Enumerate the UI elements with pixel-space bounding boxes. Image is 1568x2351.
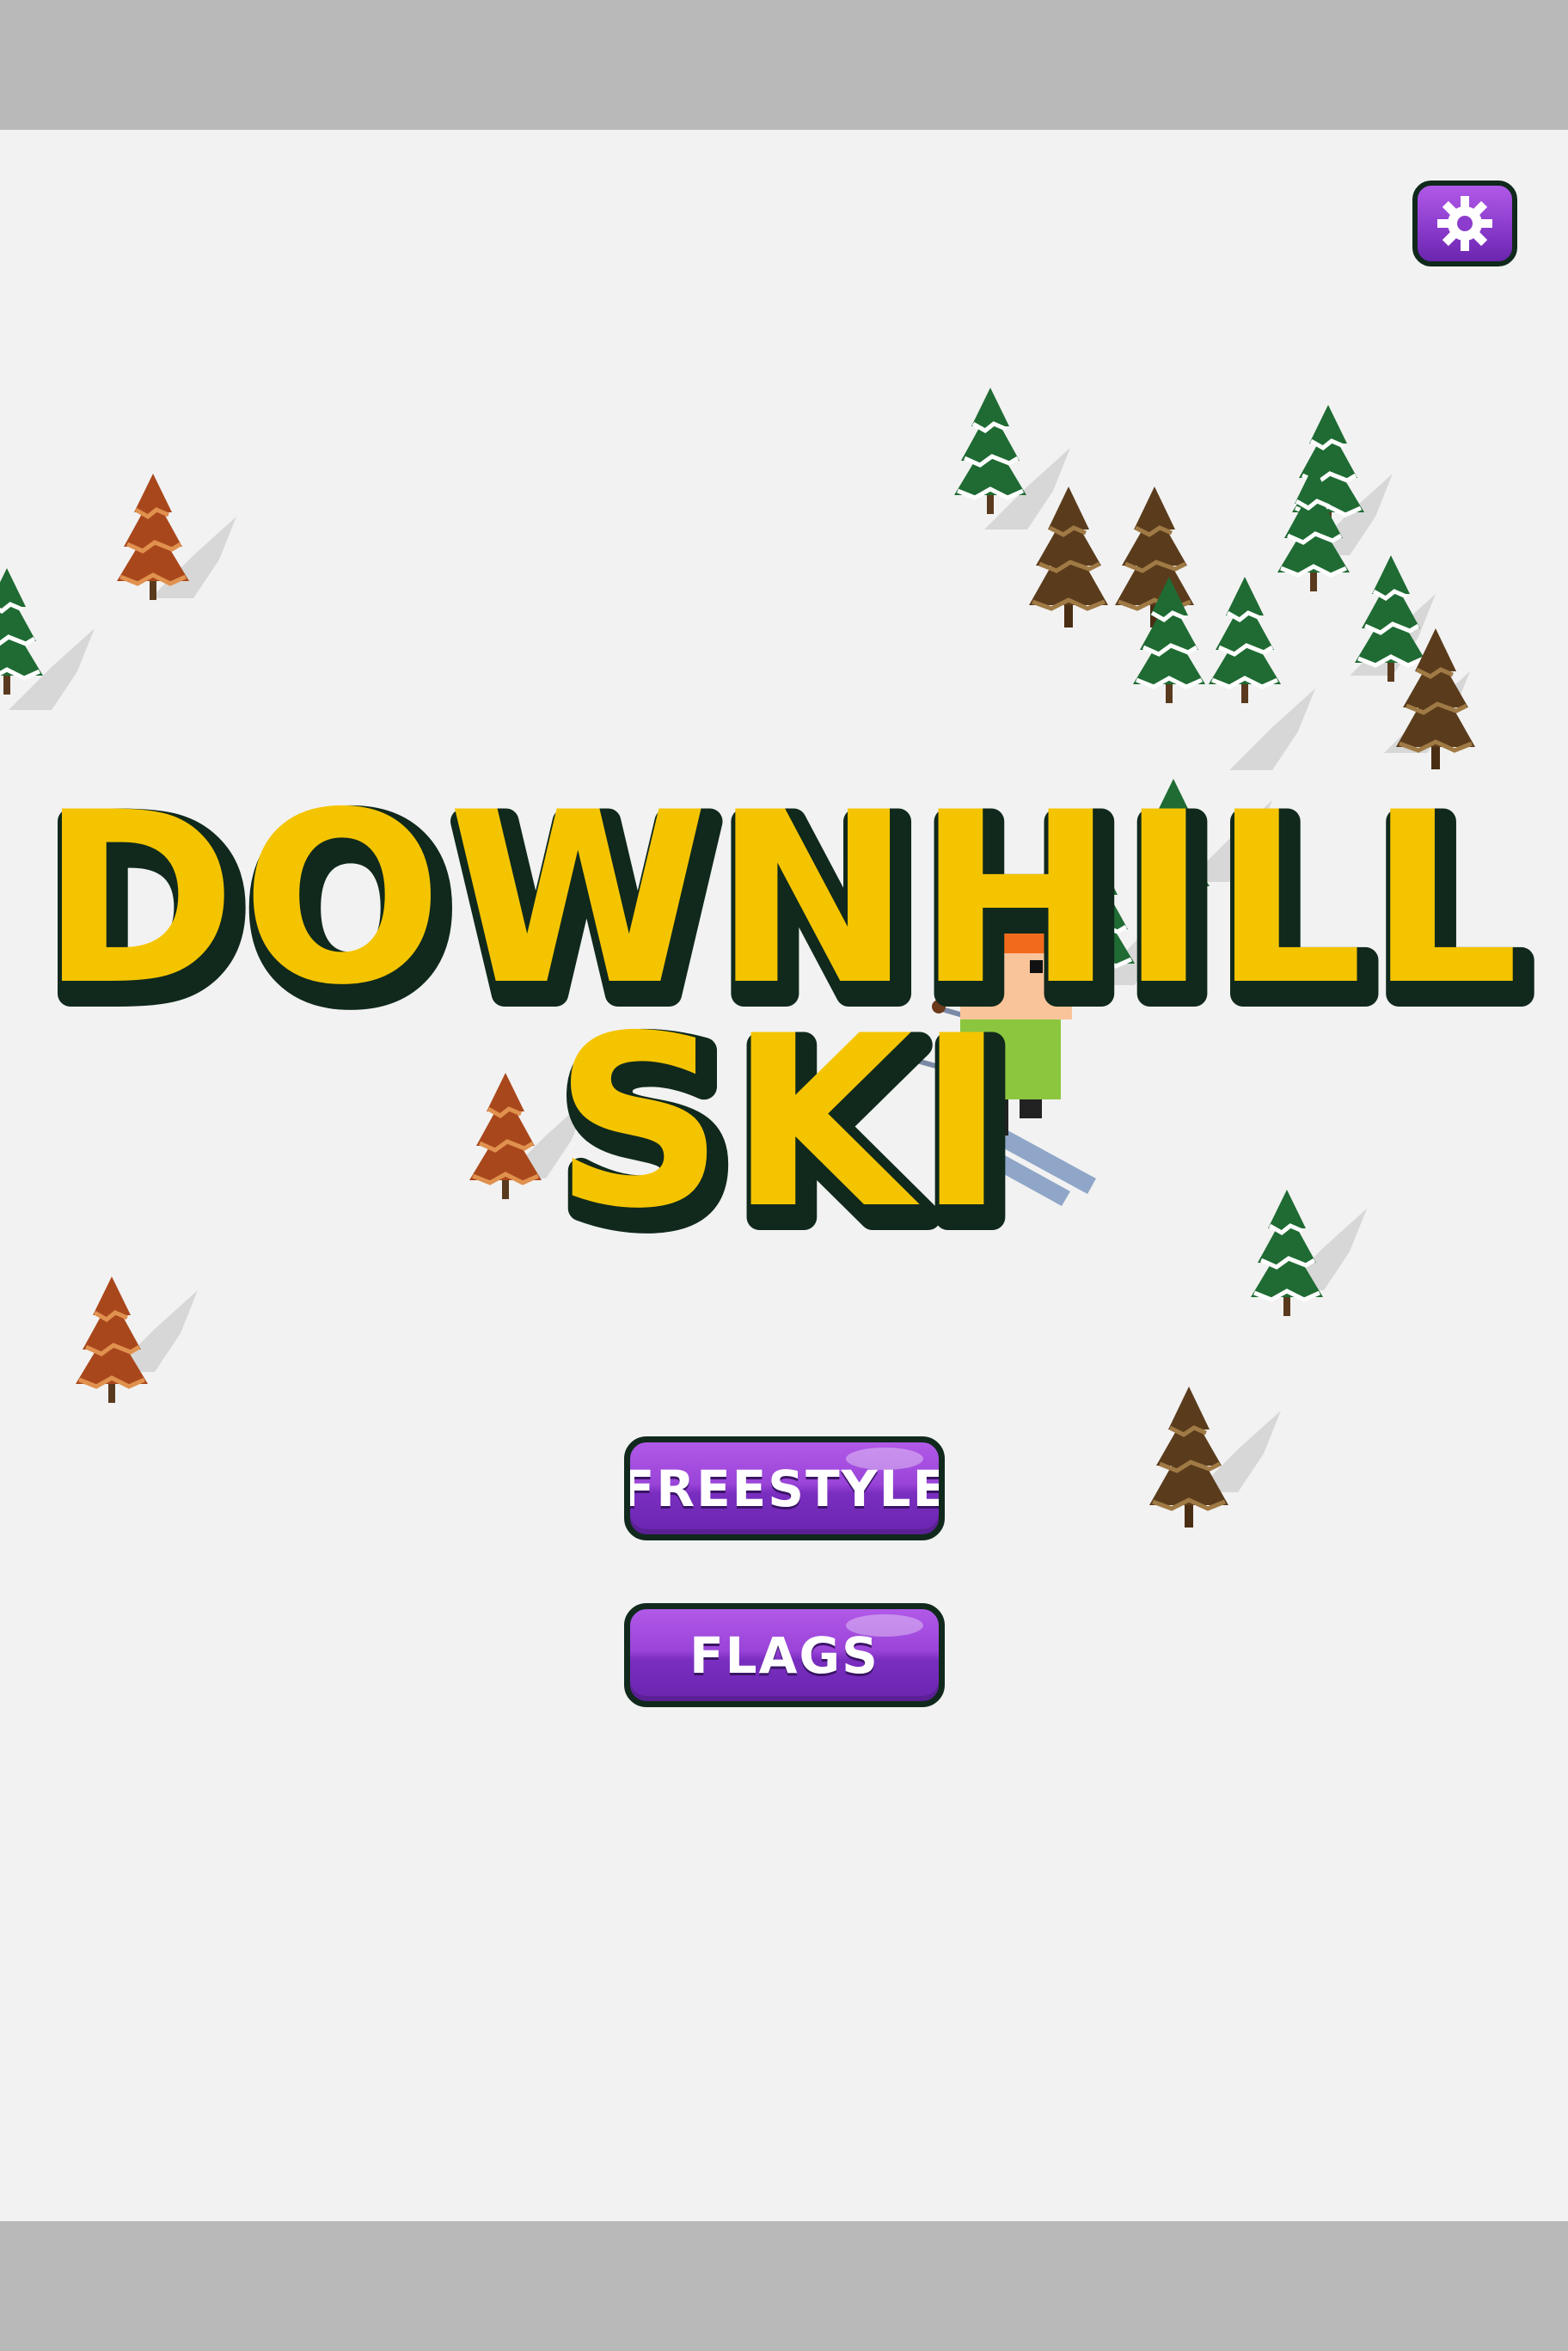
title-line2: SKI (554, 985, 1010, 1260)
flags-button[interactable]: FLAGS (624, 1603, 945, 1707)
flags-label: FLAGS (689, 1625, 879, 1685)
letterbox-top (0, 0, 1568, 130)
game-title: DOWNHILL DOWNHILL SKI SKI (36, 762, 1540, 1286)
freestyle-button[interactable]: FREESTYLE (624, 1436, 945, 1540)
letterbox-bottom (0, 2221, 1568, 2351)
ski-slope-scene: DOWNHILL DOWNHILL SKI SKI (0, 130, 1540, 2221)
gear-icon (1437, 196, 1492, 251)
settings-button[interactable] (1412, 181, 1517, 266)
game-canvas: DOWNHILL DOWNHILL SKI SKI FREESTYLE FLAG… (0, 130, 1568, 2221)
freestyle-label: FREESTYLE (624, 1459, 945, 1518)
